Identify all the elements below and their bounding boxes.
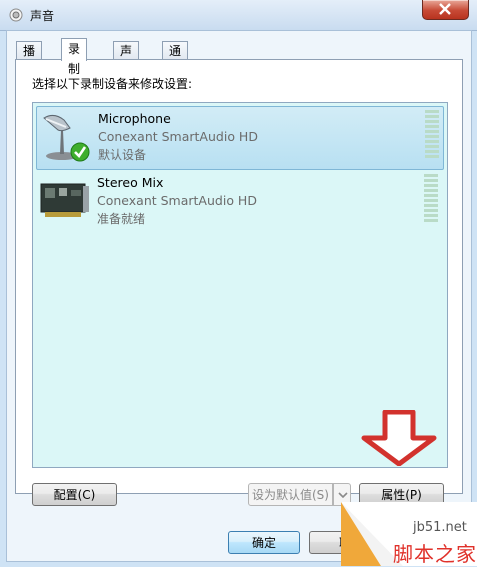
- watermark: jb51.net 脚本之家: [341, 502, 477, 566]
- set-default-button[interactable]: 设为默认值(S): [248, 483, 333, 506]
- watermark-site: jb51.net: [413, 520, 467, 535]
- device-name: Microphone: [98, 111, 171, 126]
- ok-button[interactable]: 确定: [228, 531, 300, 554]
- level-meter: [425, 110, 439, 164]
- configure-button[interactable]: 配置(C): [32, 483, 117, 506]
- device-driver: Conexant SmartAudio HD: [98, 129, 258, 144]
- tab-communications[interactable]: 通信: [162, 41, 189, 76]
- tab-playback[interactable]: 播放: [16, 41, 43, 76]
- dialog-body: 播放 录制 声音 通信 选择以下录制设备来修改设置: Microphone Co…: [6, 30, 472, 562]
- device-driver: Conexant SmartAudio HD: [97, 193, 257, 208]
- sound-card-icon: [40, 183, 89, 217]
- device-status: 默认设备: [98, 148, 147, 162]
- tab-recording[interactable]: 录制: [61, 38, 88, 76]
- device-item-microphone[interactable]: Microphone Conexant SmartAudio HD 默认设备: [36, 106, 444, 170]
- device-status: 准备就绪: [97, 212, 146, 226]
- instruction-text: 选择以下录制设备来修改设置:: [32, 77, 193, 91]
- window-title: 声音: [30, 9, 55, 23]
- watermark-name: 脚本之家: [393, 542, 477, 566]
- close-button[interactable]: [422, 0, 469, 20]
- device-name: Stereo Mix: [97, 175, 164, 190]
- device-item-stereo-mix[interactable]: Stereo Mix Conexant SmartAudio HD 准备就绪: [36, 171, 442, 233]
- microphone-icon: [43, 114, 90, 162]
- title-bar: 声音: [0, 0, 477, 31]
- level-meter: [424, 174, 438, 228]
- tab-sounds[interactable]: 声音: [113, 41, 140, 76]
- arrow-down-icon: [361, 410, 437, 466]
- chevron-down-icon: [338, 492, 348, 498]
- speaker-icon: [9, 8, 23, 22]
- close-icon: [439, 3, 451, 15]
